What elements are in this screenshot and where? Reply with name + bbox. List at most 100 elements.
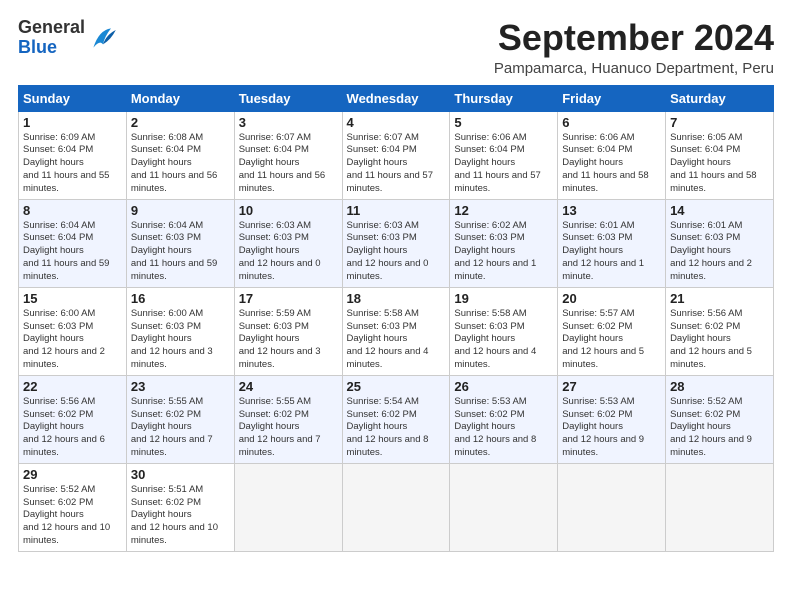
day-detail: Sunrise: 5:53 AMSunset: 6:02 PMDaylight … <box>562 396 644 458</box>
day-detail: Sunrise: 5:52 AMSunset: 6:02 PMDaylight … <box>23 484 110 546</box>
day-number: 21 <box>670 291 769 306</box>
table-row: 15 Sunrise: 6:00 AMSunset: 6:03 PMDaylig… <box>19 287 127 375</box>
day-detail: Sunrise: 5:55 AMSunset: 6:02 PMDaylight … <box>131 396 213 458</box>
day-number: 14 <box>670 203 769 218</box>
day-number: 11 <box>347 203 446 218</box>
table-row <box>342 463 450 551</box>
table-row: 19 Sunrise: 5:58 AMSunset: 6:03 PMDaylig… <box>450 287 558 375</box>
day-number: 29 <box>23 467 122 482</box>
day-number: 5 <box>454 115 553 130</box>
day-detail: Sunrise: 5:51 AMSunset: 6:02 PMDaylight … <box>131 484 218 546</box>
day-number: 25 <box>347 379 446 394</box>
day-number: 8 <box>23 203 122 218</box>
col-saturday: Saturday <box>666 85 774 111</box>
col-thursday: Thursday <box>450 85 558 111</box>
logo-general: General <box>18 18 85 38</box>
day-number: 4 <box>347 115 446 130</box>
table-row: 21 Sunrise: 5:56 AMSunset: 6:02 PMDaylig… <box>666 287 774 375</box>
day-number: 1 <box>23 115 122 130</box>
table-row: 17 Sunrise: 5:59 AMSunset: 6:03 PMDaylig… <box>234 287 342 375</box>
day-detail: Sunrise: 6:00 AMSunset: 6:03 PMDaylight … <box>23 308 105 370</box>
day-number: 20 <box>562 291 661 306</box>
day-number: 10 <box>239 203 338 218</box>
day-detail: Sunrise: 6:05 AMSunset: 6:04 PMDaylight … <box>670 132 756 194</box>
table-row: 23 Sunrise: 5:55 AMSunset: 6:02 PMDaylig… <box>126 375 234 463</box>
calendar-table: Sunday Monday Tuesday Wednesday Thursday… <box>18 85 774 552</box>
day-detail: Sunrise: 6:07 AMSunset: 6:04 PMDaylight … <box>239 132 325 194</box>
table-row: 5 Sunrise: 6:06 AMSunset: 6:04 PMDayligh… <box>450 111 558 199</box>
table-row: 11 Sunrise: 6:03 AMSunset: 6:03 PMDaylig… <box>342 199 450 287</box>
day-detail: Sunrise: 5:57 AMSunset: 6:02 PMDaylight … <box>562 308 644 370</box>
table-row: 3 Sunrise: 6:07 AMSunset: 6:04 PMDayligh… <box>234 111 342 199</box>
day-number: 9 <box>131 203 230 218</box>
title-area: September 2024 Pampamarca, Huanuco Depar… <box>494 18 774 77</box>
col-wednesday: Wednesday <box>342 85 450 111</box>
table-row: 12 Sunrise: 6:02 AMSunset: 6:03 PMDaylig… <box>450 199 558 287</box>
day-number: 7 <box>670 115 769 130</box>
day-number: 18 <box>347 291 446 306</box>
logo-blue: Blue <box>18 38 85 58</box>
day-number: 16 <box>131 291 230 306</box>
day-detail: Sunrise: 5:59 AMSunset: 6:03 PMDaylight … <box>239 308 321 370</box>
day-number: 6 <box>562 115 661 130</box>
table-row: 25 Sunrise: 5:54 AMSunset: 6:02 PMDaylig… <box>342 375 450 463</box>
day-detail: Sunrise: 6:01 AMSunset: 6:03 PMDaylight … <box>670 220 752 282</box>
day-detail: Sunrise: 6:03 AMSunset: 6:03 PMDaylight … <box>239 220 321 282</box>
table-row: 20 Sunrise: 5:57 AMSunset: 6:02 PMDaylig… <box>558 287 666 375</box>
calendar-header-row: Sunday Monday Tuesday Wednesday Thursday… <box>19 85 774 111</box>
table-row: 27 Sunrise: 5:53 AMSunset: 6:02 PMDaylig… <box>558 375 666 463</box>
day-detail: Sunrise: 5:53 AMSunset: 6:02 PMDaylight … <box>454 396 536 458</box>
col-sunday: Sunday <box>19 85 127 111</box>
day-number: 24 <box>239 379 338 394</box>
day-number: 13 <box>562 203 661 218</box>
day-detail: Sunrise: 6:07 AMSunset: 6:04 PMDaylight … <box>347 132 433 194</box>
day-detail: Sunrise: 5:52 AMSunset: 6:02 PMDaylight … <box>670 396 752 458</box>
table-row: 10 Sunrise: 6:03 AMSunset: 6:03 PMDaylig… <box>234 199 342 287</box>
day-detail: Sunrise: 6:06 AMSunset: 6:04 PMDaylight … <box>562 132 648 194</box>
day-number: 2 <box>131 115 230 130</box>
day-number: 19 <box>454 291 553 306</box>
day-detail: Sunrise: 6:01 AMSunset: 6:03 PMDaylight … <box>562 220 644 282</box>
day-detail: Sunrise: 6:03 AMSunset: 6:03 PMDaylight … <box>347 220 429 282</box>
logo: General Blue <box>18 18 119 58</box>
table-row: 1 Sunrise: 6:09 AMSunset: 6:04 PMDayligh… <box>19 111 127 199</box>
table-row <box>558 463 666 551</box>
logo-bird-icon <box>87 22 119 54</box>
day-number: 26 <box>454 379 553 394</box>
day-number: 30 <box>131 467 230 482</box>
table-row: 13 Sunrise: 6:01 AMSunset: 6:03 PMDaylig… <box>558 199 666 287</box>
day-detail: Sunrise: 6:06 AMSunset: 6:04 PMDaylight … <box>454 132 540 194</box>
day-number: 12 <box>454 203 553 218</box>
day-number: 17 <box>239 291 338 306</box>
day-number: 3 <box>239 115 338 130</box>
table-row: 2 Sunrise: 6:08 AMSunset: 6:04 PMDayligh… <box>126 111 234 199</box>
day-detail: Sunrise: 5:58 AMSunset: 6:03 PMDaylight … <box>347 308 429 370</box>
day-detail: Sunrise: 5:55 AMSunset: 6:02 PMDaylight … <box>239 396 321 458</box>
table-row: 16 Sunrise: 6:00 AMSunset: 6:03 PMDaylig… <box>126 287 234 375</box>
table-row: 26 Sunrise: 5:53 AMSunset: 6:02 PMDaylig… <box>450 375 558 463</box>
table-row: 6 Sunrise: 6:06 AMSunset: 6:04 PMDayligh… <box>558 111 666 199</box>
table-row: 29 Sunrise: 5:52 AMSunset: 6:02 PMDaylig… <box>19 463 127 551</box>
calendar-row: 15 Sunrise: 6:00 AMSunset: 6:03 PMDaylig… <box>19 287 774 375</box>
col-tuesday: Tuesday <box>234 85 342 111</box>
day-detail: Sunrise: 6:00 AMSunset: 6:03 PMDaylight … <box>131 308 213 370</box>
calendar-row: 8 Sunrise: 6:04 AMSunset: 6:04 PMDayligh… <box>19 199 774 287</box>
table-row: 8 Sunrise: 6:04 AMSunset: 6:04 PMDayligh… <box>19 199 127 287</box>
page: General Blue September 2024 Pampamarca, … <box>0 0 792 612</box>
day-number: 28 <box>670 379 769 394</box>
table-row: 28 Sunrise: 5:52 AMSunset: 6:02 PMDaylig… <box>666 375 774 463</box>
day-detail: Sunrise: 5:56 AMSunset: 6:02 PMDaylight … <box>23 396 105 458</box>
table-row: 18 Sunrise: 5:58 AMSunset: 6:03 PMDaylig… <box>342 287 450 375</box>
calendar-row: 29 Sunrise: 5:52 AMSunset: 6:02 PMDaylig… <box>19 463 774 551</box>
day-detail: Sunrise: 6:04 AMSunset: 6:04 PMDaylight … <box>23 220 109 282</box>
calendar-row: 22 Sunrise: 5:56 AMSunset: 6:02 PMDaylig… <box>19 375 774 463</box>
table-row <box>666 463 774 551</box>
table-row: 4 Sunrise: 6:07 AMSunset: 6:04 PMDayligh… <box>342 111 450 199</box>
day-number: 22 <box>23 379 122 394</box>
table-row: 24 Sunrise: 5:55 AMSunset: 6:02 PMDaylig… <box>234 375 342 463</box>
day-detail: Sunrise: 6:02 AMSunset: 6:03 PMDaylight … <box>454 220 536 282</box>
day-number: 23 <box>131 379 230 394</box>
day-detail: Sunrise: 5:56 AMSunset: 6:02 PMDaylight … <box>670 308 752 370</box>
month-title: September 2024 <box>494 18 774 58</box>
table-row: 7 Sunrise: 6:05 AMSunset: 6:04 PMDayligh… <box>666 111 774 199</box>
